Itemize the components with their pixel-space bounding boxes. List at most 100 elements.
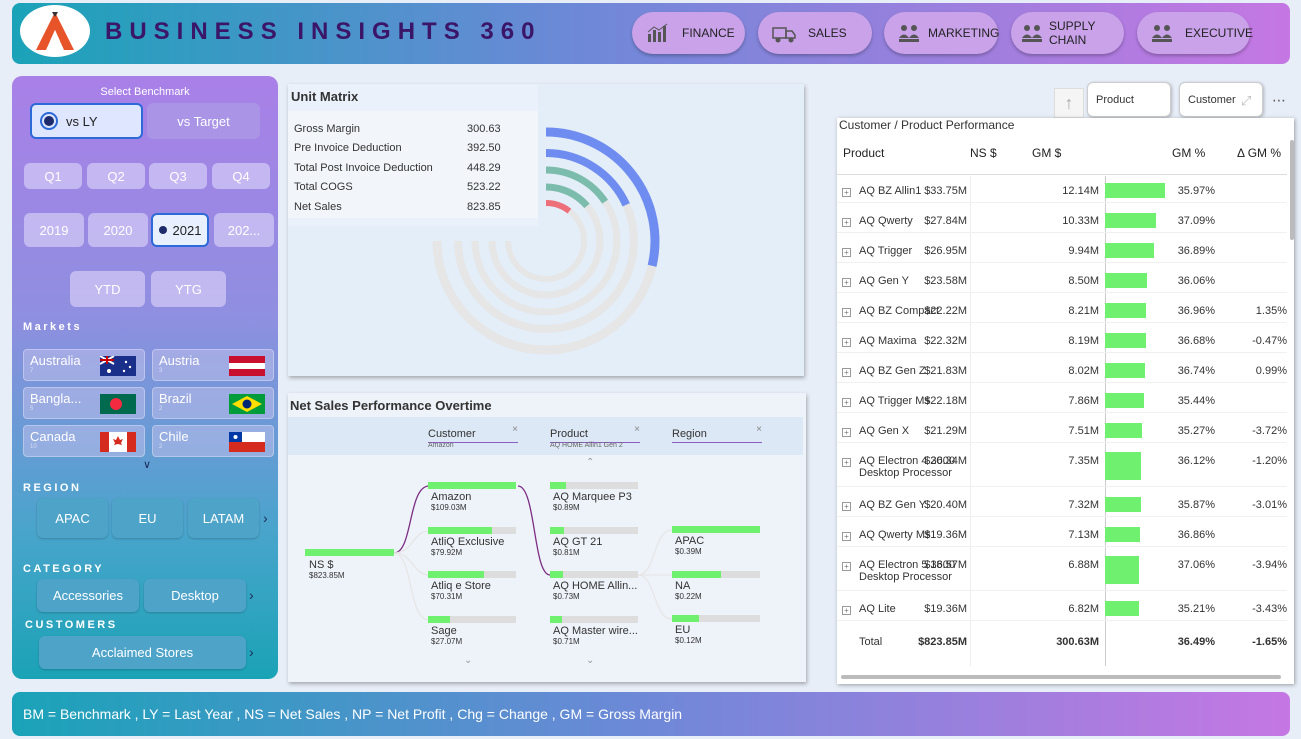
ytd-button[interactable]: YTD — [70, 271, 145, 307]
customer-node[interactable]: Amazon $109.03M — [431, 491, 471, 512]
product-node[interactable]: AQ Marquee P3 $0.89M — [553, 491, 632, 512]
drill-up-icon[interactable]: ↑ — [1054, 88, 1084, 118]
gm-pct: 35.87% — [1177, 499, 1215, 511]
market-australia[interactable]: Australia 7 — [23, 349, 145, 381]
horizontal-scrollbar[interactable] — [841, 675, 1281, 679]
chevron-right-icon[interactable]: › — [249, 587, 254, 603]
expand-plus-icon[interactable]: + — [842, 338, 851, 347]
selected-dot-icon — [158, 226, 167, 234]
expand-plus-icon[interactable]: + — [842, 398, 851, 407]
region-node[interactable]: APAC $0.39M — [675, 535, 704, 556]
column-header[interactable]: Δ GM % — [1237, 146, 1281, 160]
product-node[interactable]: AQ HOME Allin... $0.73M — [553, 580, 637, 601]
market-bangladesh[interactable]: Bangla... 5 — [23, 387, 145, 419]
more-options-icon[interactable]: ⋯ — [1272, 92, 1287, 109]
chevron-down-icon[interactable]: ∨ — [143, 458, 151, 471]
year-2020-button[interactable]: 2020 — [88, 213, 148, 247]
nav-sales-button[interactable]: SALES — [758, 12, 872, 54]
region-node[interactable]: EU $0.12M — [675, 624, 702, 645]
chevron-right-icon[interactable]: › — [263, 510, 268, 526]
expand-plus-icon[interactable]: + — [842, 278, 851, 287]
product-node-bar[interactable] — [550, 482, 638, 489]
customer-node-bar[interactable] — [428, 571, 516, 578]
customer-acclaimed-stores-button[interactable]: Acclaimed Stores — [39, 636, 246, 669]
quarter-q4-button[interactable]: Q4 — [212, 163, 270, 189]
quarter-q2-button[interactable]: Q2 — [87, 163, 145, 189]
gm-value: 9.94M — [1068, 245, 1099, 257]
region-node-bar[interactable] — [672, 526, 760, 533]
node-root[interactable]: NS $ $823.85M — [309, 559, 345, 580]
product-node[interactable]: AQ GT 21 $0.81M — [553, 536, 602, 557]
product-node[interactable]: AQ Master wire... $0.71M — [553, 625, 638, 646]
column-header[interactable]: GM % — [1172, 146, 1205, 160]
scroll-down-icon[interactable]: ⌄ — [464, 655, 472, 666]
column-header[interactable]: NS $ — [970, 146, 997, 160]
nav-executive-button[interactable]: EXECUTIVE — [1137, 12, 1253, 54]
expand-plus-icon[interactable]: + — [842, 308, 851, 317]
delta-gm: -3.43% — [1252, 603, 1287, 615]
expand-icon[interactable]: ⤢ — [1241, 93, 1251, 109]
ns-value: $19.36M — [924, 603, 967, 615]
expand-plus-icon[interactable]: + — [842, 428, 851, 437]
benchmark-vs-ly-button[interactable]: vs LY — [30, 103, 143, 139]
markets-title: Markets — [23, 321, 83, 333]
market-canada[interactable]: Canada 10 — [23, 425, 145, 457]
customer-node-bar[interactable] — [428, 527, 516, 534]
radial-bar[interactable] — [545, 200, 572, 214]
chevron-right-icon[interactable]: › — [249, 644, 254, 660]
scroll-down-icon[interactable]: ⌄ — [586, 655, 594, 666]
app-title: BUSINESS INSIGHTS 360 — [105, 18, 542, 45]
toggle-product-button[interactable]: Product — [1087, 82, 1171, 117]
market-chile[interactable]: Chile 2 — [152, 425, 274, 457]
region-latam-button[interactable]: LATAM — [188, 498, 259, 538]
nav-marketing-button[interactable]: MARKETING — [884, 12, 999, 54]
benchmark-vs-target-button[interactable]: vs Target — [147, 103, 260, 139]
row-divider — [837, 620, 1287, 621]
market-brazil[interactable]: Brazil 2 — [152, 387, 274, 419]
column-header[interactable]: GM $ — [1032, 146, 1061, 160]
customer-node[interactable]: Atliq e Store $70.31M — [431, 580, 491, 601]
year-2022-button[interactable]: 202... — [214, 213, 274, 247]
expand-plus-icon[interactable]: + — [842, 248, 851, 257]
year-2021-button[interactable]: 2021 — [151, 213, 209, 247]
nav-finance-button[interactable]: FINANCE — [632, 12, 745, 54]
market-austria[interactable]: Austria 3 — [152, 349, 274, 381]
expand-plus-icon[interactable]: + — [842, 188, 851, 197]
nav-supply-chain-button[interactable]: SUPPLY CHAIN — [1011, 12, 1124, 54]
quarter-q1-button[interactable]: Q1 — [24, 163, 82, 189]
expand-plus-icon[interactable]: + — [842, 562, 851, 571]
expand-plus-icon[interactable]: + — [842, 502, 851, 511]
expand-plus-icon[interactable]: + — [842, 606, 851, 615]
product-node-bar[interactable] — [550, 571, 638, 578]
expand-plus-icon[interactable]: + — [842, 532, 851, 541]
year-2019-button[interactable]: 2019 — [24, 213, 84, 247]
region-node[interactable]: NA $0.22M — [675, 580, 702, 601]
product-node-bar[interactable] — [550, 616, 638, 623]
region-eu-button[interactable]: EU — [112, 498, 183, 538]
customer-node-bar[interactable] — [428, 616, 516, 623]
customer-node[interactable]: Sage $27.07M — [431, 625, 462, 646]
expand-plus-icon[interactable]: + — [842, 218, 851, 227]
category-desktop-button[interactable]: Desktop — [144, 579, 246, 612]
column-header[interactable]: Product — [843, 146, 884, 160]
matrix-row: Pre Invoice Deduction 392.50 — [294, 142, 501, 155]
customer-node-bar[interactable] — [428, 482, 516, 489]
expand-plus-icon[interactable]: + — [842, 368, 851, 377]
scroll-up-icon[interactable]: ⌃ — [586, 457, 594, 468]
delta-gm: -3.94% — [1252, 559, 1287, 571]
matrix-row: Net Sales 823.85 — [294, 200, 501, 213]
gm-value: 6.88M — [1068, 559, 1099, 571]
category-accessories-button[interactable]: Accessories — [37, 579, 139, 612]
ns-value: $21.83M — [924, 365, 967, 377]
customer-node[interactable]: AtliQ Exclusive $79.92M — [431, 536, 504, 557]
vertical-scrollbar[interactable] — [1290, 140, 1294, 240]
ytg-button[interactable]: YTG — [151, 271, 226, 307]
node-bar-root[interactable] — [305, 549, 394, 556]
region-node-bar[interactable] — [672, 615, 760, 622]
matrix-row: Gross Margin 300.63 — [294, 122, 501, 135]
region-apac-button[interactable]: APAC — [37, 498, 108, 538]
expand-plus-icon[interactable]: + — [842, 458, 851, 467]
quarter-q3-button[interactable]: Q3 — [149, 163, 207, 189]
product-node-bar[interactable] — [550, 527, 638, 534]
region-node-bar[interactable] — [672, 571, 760, 578]
